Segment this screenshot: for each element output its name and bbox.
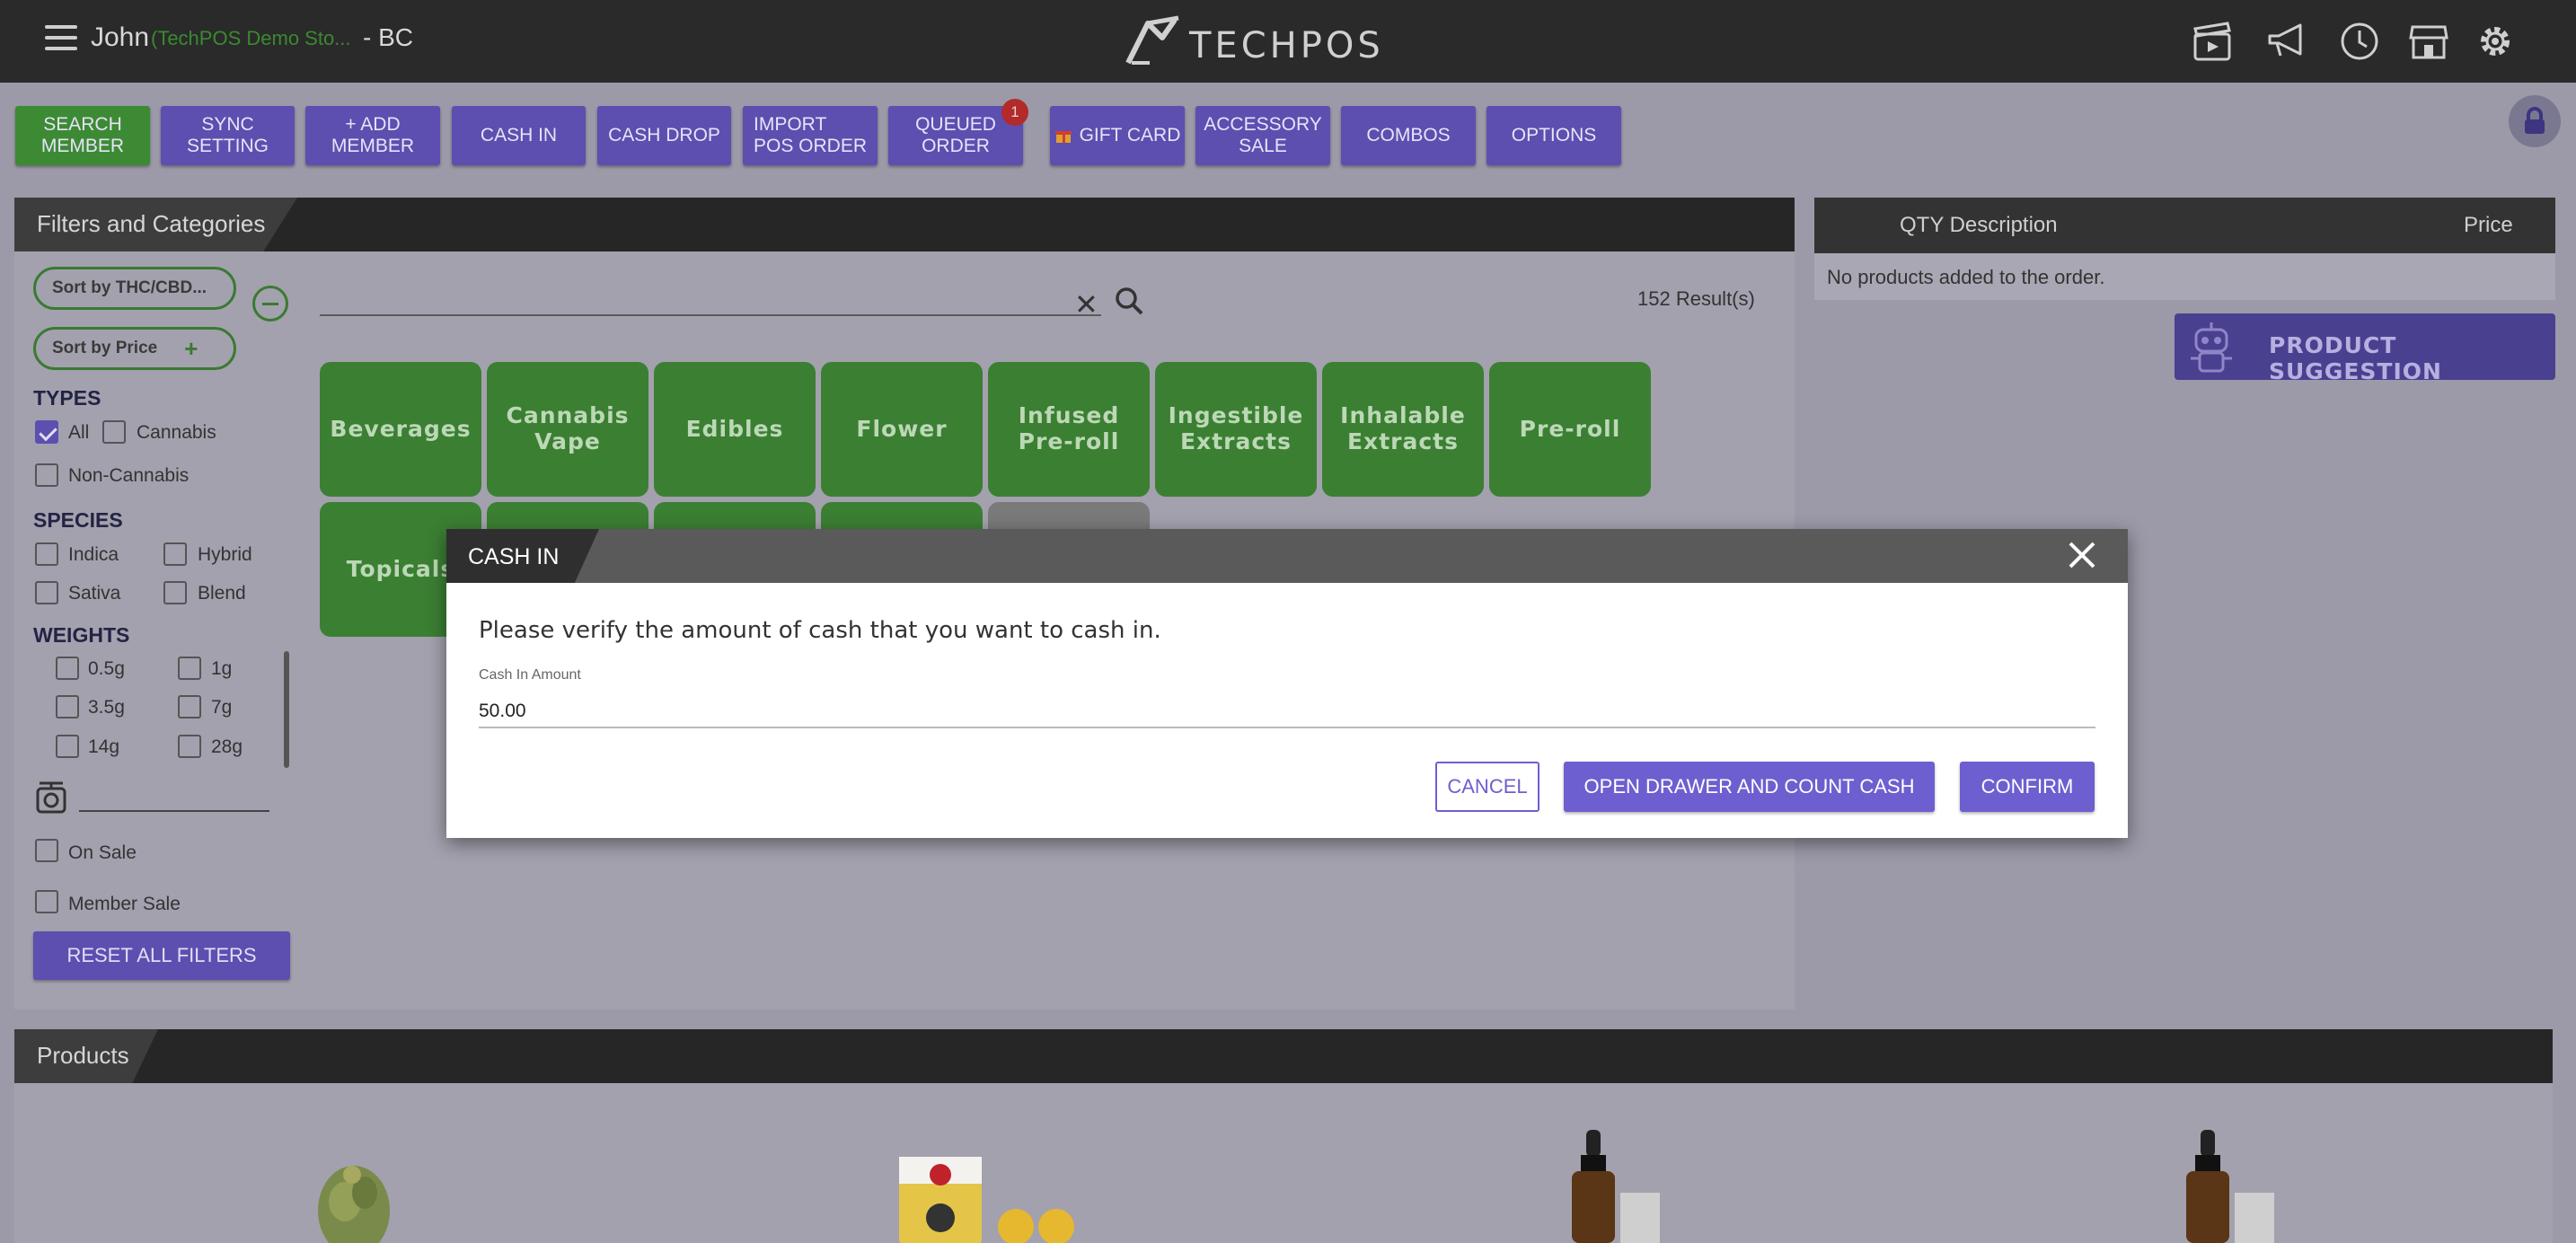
cancel-button[interactable]: CANCEL [1435,762,1539,812]
cash-in-dialog: CASH IN Please verify the amount of cash… [446,529,2128,838]
cancel-label: CANCEL [1447,775,1528,798]
dialog-message: Please verify the amount of cash that yo… [479,617,1161,644]
open-drawer-label: OPEN DRAWER AND COUNT CASH [1584,775,1915,798]
close-icon[interactable] [2065,538,2099,572]
dialog-header: CASH IN [446,529,2128,583]
dialog-title: CASH IN [468,544,560,569]
cash-in-amount-input[interactable] [479,696,2095,728]
confirm-button[interactable]: CONFIRM [1960,762,2095,812]
confirm-label: CONFIRM [1981,775,2074,798]
open-drawer-button[interactable]: OPEN DRAWER AND COUNT CASH [1564,762,1935,812]
cash-in-amount-label: Cash In Amount [479,667,581,683]
